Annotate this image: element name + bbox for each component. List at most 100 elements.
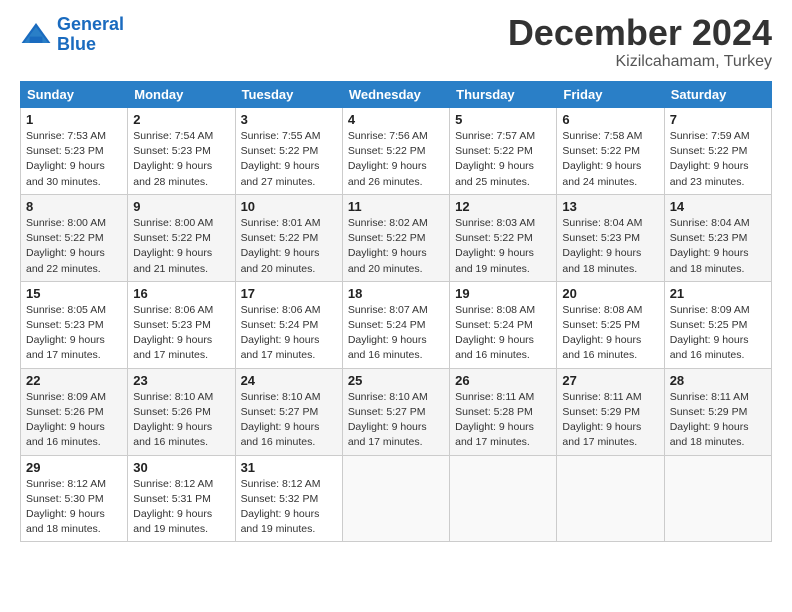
calendar-cell: 5 Sunrise: 7:57 AMSunset: 5:22 PMDaylight… (450, 108, 557, 195)
day-info: Sunrise: 8:00 AMSunset: 5:22 PMDaylight:… (133, 216, 229, 277)
day-number: 22 (26, 373, 122, 388)
day-number: 29 (26, 460, 122, 475)
calendar-cell: 11 Sunrise: 8:02 AMSunset: 5:22 PMDayligh… (342, 194, 449, 281)
day-number: 14 (670, 199, 766, 214)
day-number: 31 (241, 460, 337, 475)
calendar-cell: 27 Sunrise: 8:11 AMSunset: 5:29 PMDayligh… (557, 368, 664, 455)
calendar-cell (664, 455, 771, 542)
day-info: Sunrise: 8:10 AMSunset: 5:27 PMDaylight:… (348, 390, 444, 451)
calendar-cell: 24 Sunrise: 8:10 AMSunset: 5:27 PMDayligh… (235, 368, 342, 455)
day-info: Sunrise: 7:57 AMSunset: 5:22 PMDaylight:… (455, 129, 551, 190)
day-number: 20 (562, 286, 658, 301)
day-number: 24 (241, 373, 337, 388)
calendar-cell: 13 Sunrise: 8:04 AMSunset: 5:23 PMDayligh… (557, 194, 664, 281)
calendar-cell: 4 Sunrise: 7:56 AMSunset: 5:22 PMDaylight… (342, 108, 449, 195)
calendar-cell: 6 Sunrise: 7:58 AMSunset: 5:22 PMDaylight… (557, 108, 664, 195)
calendar-cell: 9 Sunrise: 8:00 AMSunset: 5:22 PMDaylight… (128, 194, 235, 281)
logo: General Blue (20, 15, 124, 55)
calendar-cell: 28 Sunrise: 8:11 AMSunset: 5:29 PMDayligh… (664, 368, 771, 455)
calendar-header-sunday: Sunday (21, 82, 128, 108)
calendar-cell: 31 Sunrise: 8:12 AMSunset: 5:32 PMDayligh… (235, 455, 342, 542)
day-info: Sunrise: 8:08 AMSunset: 5:25 PMDaylight:… (562, 303, 658, 364)
calendar-header-tuesday: Tuesday (235, 82, 342, 108)
day-info: Sunrise: 8:12 AMSunset: 5:31 PMDaylight:… (133, 477, 229, 538)
month-title: December 2024 (508, 15, 772, 51)
day-number: 5 (455, 112, 551, 127)
day-number: 16 (133, 286, 229, 301)
calendar-header-row: SundayMondayTuesdayWednesdayThursdayFrid… (21, 82, 772, 108)
calendar-header-monday: Monday (128, 82, 235, 108)
calendar-cell: 29Sunrise: 8:12 AMSunset: 5:30 PMDayligh… (21, 455, 128, 542)
day-info: Sunrise: 8:12 AMSunset: 5:32 PMDaylight:… (241, 477, 337, 538)
day-info: Sunrise: 8:06 AMSunset: 5:24 PMDaylight:… (241, 303, 337, 364)
logo-text: General Blue (57, 15, 124, 55)
day-info: Sunrise: 7:53 AMSunset: 5:23 PMDaylight:… (26, 129, 122, 190)
day-number: 13 (562, 199, 658, 214)
calendar-cell: 14 Sunrise: 8:04 AMSunset: 5:23 PMDayligh… (664, 194, 771, 281)
calendar-cell: 25 Sunrise: 8:10 AMSunset: 5:27 PMDayligh… (342, 368, 449, 455)
day-info: Sunrise: 8:05 AMSunset: 5:23 PMDaylight:… (26, 303, 122, 364)
calendar-cell (557, 455, 664, 542)
day-info: Sunrise: 8:11 AMSunset: 5:29 PMDaylight:… (562, 390, 658, 451)
calendar-cell: 12 Sunrise: 8:03 AMSunset: 5:22 PMDayligh… (450, 194, 557, 281)
day-number: 26 (455, 373, 551, 388)
day-info: Sunrise: 7:55 AMSunset: 5:22 PMDaylight:… (241, 129, 337, 190)
day-number: 18 (348, 286, 444, 301)
day-info: Sunrise: 8:11 AMSunset: 5:28 PMDaylight:… (455, 390, 551, 451)
day-number: 25 (348, 373, 444, 388)
day-info: Sunrise: 8:07 AMSunset: 5:24 PMDaylight:… (348, 303, 444, 364)
day-number: 4 (348, 112, 444, 127)
day-number: 23 (133, 373, 229, 388)
day-number: 8 (26, 199, 122, 214)
calendar-cell: 10Sunrise: 8:01 AMSunset: 5:22 PMDayligh… (235, 194, 342, 281)
day-info: Sunrise: 7:54 AMSunset: 5:23 PMDaylight:… (133, 129, 229, 190)
logo-blue: Blue (57, 34, 96, 54)
day-info: Sunrise: 8:10 AMSunset: 5:27 PMDaylight:… (241, 390, 337, 451)
day-info: Sunrise: 8:09 AMSunset: 5:26 PMDaylight:… (26, 390, 122, 451)
calendar-cell: 17 Sunrise: 8:06 AMSunset: 5:24 PMDayligh… (235, 281, 342, 368)
day-info: Sunrise: 8:01 AMSunset: 5:22 PMDaylight:… (241, 216, 337, 277)
day-info: Sunrise: 8:06 AMSunset: 5:23 PMDaylight:… (133, 303, 229, 364)
logo-general: General (57, 14, 124, 34)
logo-icon (20, 19, 52, 51)
day-info: Sunrise: 8:02 AMSunset: 5:22 PMDaylight:… (348, 216, 444, 277)
day-info: Sunrise: 8:04 AMSunset: 5:23 PMDaylight:… (670, 216, 766, 277)
calendar-cell: 22 Sunrise: 8:09 AMSunset: 5:26 PMDayligh… (21, 368, 128, 455)
day-info: Sunrise: 7:56 AMSunset: 5:22 PMDaylight:… (348, 129, 444, 190)
day-info: Sunrise: 8:09 AMSunset: 5:25 PMDaylight:… (670, 303, 766, 364)
calendar-cell: 20 Sunrise: 8:08 AMSunset: 5:25 PMDayligh… (557, 281, 664, 368)
day-info: Sunrise: 8:10 AMSunset: 5:26 PMDaylight:… (133, 390, 229, 451)
calendar-cell: 26 Sunrise: 8:11 AMSunset: 5:28 PMDayligh… (450, 368, 557, 455)
day-info: Sunrise: 8:03 AMSunset: 5:22 PMDaylight:… (455, 216, 551, 277)
calendar-cell: 16 Sunrise: 8:06 AMSunset: 5:23 PMDayligh… (128, 281, 235, 368)
day-info: Sunrise: 8:04 AMSunset: 5:23 PMDaylight:… (562, 216, 658, 277)
day-number: 28 (670, 373, 766, 388)
calendar-cell: 8 Sunrise: 8:00 AMSunset: 5:22 PMDaylight… (21, 194, 128, 281)
calendar-cell: 2Sunrise: 7:54 AMSunset: 5:23 PMDaylight… (128, 108, 235, 195)
day-number: 9 (133, 199, 229, 214)
calendar-cell: 3Sunrise: 7:55 AMSunset: 5:22 PMDaylight… (235, 108, 342, 195)
day-info: Sunrise: 8:00 AMSunset: 5:22 PMDaylight:… (26, 216, 122, 277)
location: Kizilcahamam, Turkey (508, 53, 772, 71)
calendar-header-saturday: Saturday (664, 82, 771, 108)
calendar-cell: 15 Sunrise: 8:05 AMSunset: 5:23 PMDayligh… (21, 281, 128, 368)
calendar-cell: 23 Sunrise: 8:10 AMSunset: 5:26 PMDayligh… (128, 368, 235, 455)
day-info: Sunrise: 7:58 AMSunset: 5:22 PMDaylight:… (562, 129, 658, 190)
calendar-header-wednesday: Wednesday (342, 82, 449, 108)
title-block: December 2024 Kizilcahamam, Turkey (508, 15, 772, 71)
day-number: 27 (562, 373, 658, 388)
day-number: 12 (455, 199, 551, 214)
calendar-header-friday: Friday (557, 82, 664, 108)
day-number: 15 (26, 286, 122, 301)
day-number: 7 (670, 112, 766, 127)
calendar-cell (450, 455, 557, 542)
day-number: 21 (670, 286, 766, 301)
day-number: 11 (348, 199, 444, 214)
calendar-cell: 19Sunrise: 8:08 AMSunset: 5:24 PMDayligh… (450, 281, 557, 368)
day-number: 1 (26, 112, 122, 127)
day-number: 6 (562, 112, 658, 127)
day-number: 17 (241, 286, 337, 301)
day-info: Sunrise: 8:11 AMSunset: 5:29 PMDaylight:… (670, 390, 766, 451)
day-info: Sunrise: 7:59 AMSunset: 5:22 PMDaylight:… (670, 129, 766, 190)
calendar-cell: 7 Sunrise: 7:59 AMSunset: 5:22 PMDaylight… (664, 108, 771, 195)
